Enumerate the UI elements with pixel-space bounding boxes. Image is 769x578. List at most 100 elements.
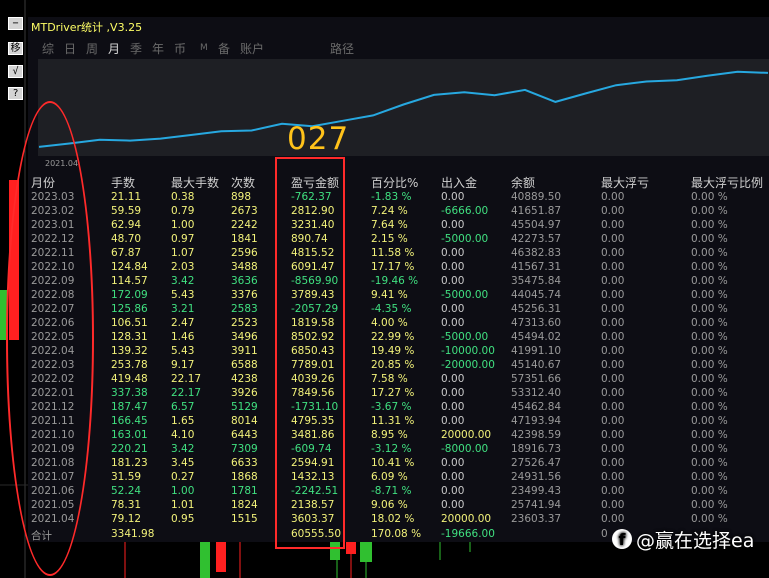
month-column-highlight-ellipse [6, 101, 94, 576]
table-cell: 0.27 [171, 471, 195, 483]
table-cell: 0.00 [601, 261, 625, 273]
table-cell: 187.47 [111, 401, 148, 413]
table-cell: 27526.47 [511, 457, 562, 469]
table-cell: 23603.37 [511, 513, 562, 525]
table-cell: 23499.43 [511, 485, 562, 497]
total-cell: -19666.00 [441, 528, 495, 540]
table-cell: 45494.02 [511, 331, 562, 343]
table-cell: 53312.40 [511, 387, 562, 399]
window-title: MTDriver统计 ,V3.25 [31, 21, 143, 34]
table-cell: 52.24 [111, 485, 142, 497]
table-cell: 0.00 [601, 387, 625, 399]
table-cell: 0.00 [601, 205, 625, 217]
tab-0[interactable]: 综 [42, 40, 54, 57]
tab-4[interactable]: 季 [130, 40, 142, 57]
table-cell: 0.00 [601, 513, 625, 525]
total-cell: 0 [601, 528, 608, 540]
table-cell: 0.00 [601, 191, 625, 203]
table-cell: 0.00 [441, 247, 465, 259]
column-header: 手数 [111, 176, 136, 190]
table-cell: 166.45 [111, 415, 148, 427]
table-cell: 0.00 [441, 387, 465, 399]
tab-1[interactable]: 日 [64, 40, 76, 57]
table-cell: 4.00 % [371, 317, 408, 329]
table-cell: 3911 [231, 345, 258, 357]
table-cell: 0.00 % [691, 485, 728, 497]
table-cell: 2.03 [171, 261, 195, 273]
table-cell: 11.58 % [371, 247, 415, 259]
watermark: f @赢在选择ea [612, 527, 754, 552]
table-cell: 1841 [231, 233, 258, 245]
table-cell: 0.00 [601, 415, 625, 427]
table-cell: 45462.84 [511, 401, 562, 413]
tab-5[interactable]: 年 [152, 40, 164, 57]
table-cell: 25741.94 [511, 499, 562, 511]
equity-curve-chart [38, 59, 769, 156]
table-cell: 46382.83 [511, 247, 562, 259]
table-cell: 5.43 [171, 345, 195, 357]
table-cell: 172.09 [111, 289, 148, 301]
table-cell: 0.00 % [691, 457, 728, 469]
table-cell: 1868 [231, 471, 258, 483]
table-cell: 8.95 % [371, 429, 408, 441]
table-cell: -5000.00 [441, 331, 489, 343]
mtdriver-stats-panel: MTDriver统计 ,V3.25 综日周月季年币 M 备账户 路径 2021.04 … [28, 17, 769, 542]
table-cell: 0.00 [601, 345, 625, 357]
tab-2[interactable]: 周 [86, 40, 98, 57]
table-cell: 4.10 [171, 429, 195, 441]
table-cell: 0.95 [171, 513, 195, 525]
column-header: 最大浮亏比例 [691, 176, 764, 190]
table-cell: 1.46 [171, 331, 195, 343]
table-cell: 0.00 % [691, 331, 728, 343]
table-cell: 181.23 [111, 457, 148, 469]
table-cell: 3.21 [171, 303, 195, 315]
table-cell: -10000.00 [441, 345, 495, 357]
table-cell: -8000.00 [441, 443, 489, 455]
table-cell: 41651.87 [511, 205, 562, 217]
pnl-highlight-box [275, 157, 345, 549]
table-cell: 3496 [231, 331, 258, 343]
table-cell: 0.00 [441, 261, 465, 273]
tab-3[interactable]: 月 [108, 40, 120, 57]
table-cell: 0.00 [601, 471, 625, 483]
tab-6[interactable]: 币 [174, 40, 186, 57]
table-cell: 2583 [231, 303, 258, 315]
table-cell: 1515 [231, 513, 258, 525]
table-cell: 42398.59 [511, 429, 562, 441]
tab-7[interactable]: M [200, 43, 208, 53]
table-cell: 0.00 [601, 373, 625, 385]
check-button[interactable]: √ [8, 65, 23, 78]
table-cell: 253.78 [111, 359, 148, 371]
table-cell: 0.00 [441, 471, 465, 483]
table-cell: 0.00 [601, 289, 625, 301]
table-cell: 6588 [231, 359, 258, 371]
table-cell: 163.01 [111, 429, 148, 441]
table-cell: 0.97 [171, 233, 195, 245]
table-cell: 0.00 [441, 485, 465, 497]
table-cell: 106.51 [111, 317, 148, 329]
table-cell: 0.00 % [691, 219, 728, 231]
table-cell: 0.00 [601, 303, 625, 315]
total-cell: 3341.98 [111, 528, 155, 540]
minimize-button[interactable]: − [8, 17, 23, 30]
table-cell: 125.86 [111, 303, 148, 315]
table-cell: 40889.50 [511, 191, 562, 203]
table-cell: 0.00 [441, 303, 465, 315]
table-cell: 41567.31 [511, 261, 562, 273]
move-button[interactable]: 移 [8, 42, 23, 55]
table-cell: 3.42 [171, 443, 195, 455]
help-button[interactable]: ? [8, 87, 23, 100]
table-cell: 0.00 % [691, 317, 728, 329]
table-cell: 0.00 [601, 247, 625, 259]
tab-8[interactable]: 备 [218, 40, 230, 57]
table-cell: 2242 [231, 219, 258, 231]
table-cell: 0.00 % [691, 359, 728, 371]
tab-10[interactable]: 路径 [330, 40, 354, 57]
table-cell: 128.31 [111, 331, 148, 343]
table-cell: 3636 [231, 275, 258, 287]
table-cell: 220.21 [111, 443, 148, 455]
table-cell: 48.70 [111, 233, 142, 245]
table-cell: 20000.00 [441, 429, 492, 441]
table-cell: 0.00 % [691, 429, 728, 441]
tab-9[interactable]: 账户 [240, 40, 264, 57]
